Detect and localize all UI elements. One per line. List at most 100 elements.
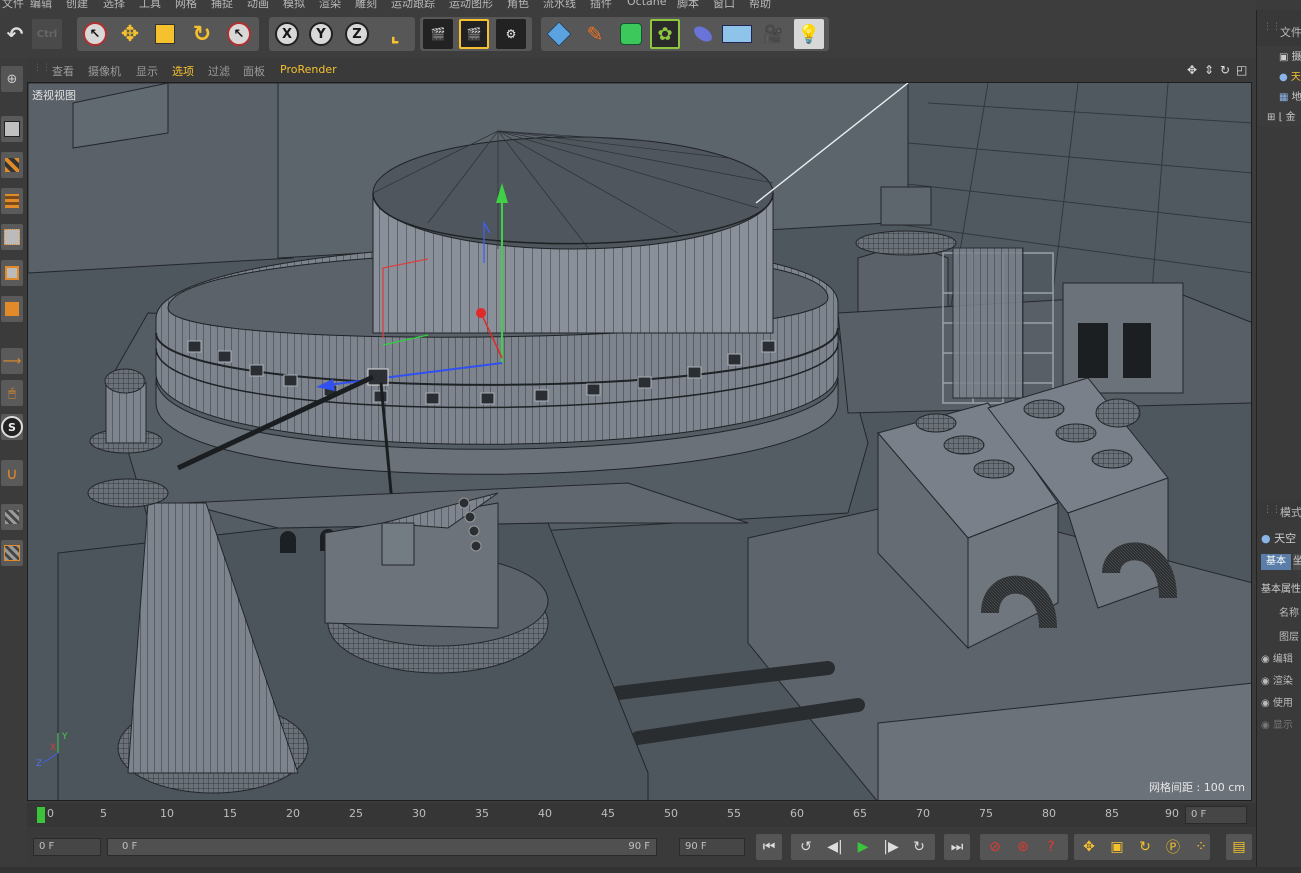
viewport-menu-prorender[interactable]: ProRender [280, 63, 337, 76]
cube-icon[interactable] [544, 19, 574, 49]
attr-tab-basic[interactable]: 基本 [1261, 554, 1291, 570]
floor-icon[interactable] [722, 19, 752, 49]
next-key-icon[interactable]: ↻ [906, 834, 932, 860]
cloner-icon[interactable]: ✿ [650, 19, 680, 49]
attr-editor-visible[interactable]: ◉ 编辑 [1261, 650, 1293, 665]
rotate-icon[interactable]: ↻ [187, 19, 217, 49]
axis-y-button[interactable]: Y [306, 19, 336, 49]
scale-icon[interactable] [150, 19, 180, 49]
axis-mode-icon[interactable]: ⟶ [1, 348, 23, 374]
viewport-rotate-icon[interactable]: ↻ [1220, 63, 1230, 77]
viewport-menu-view[interactable]: 查看 [52, 63, 74, 79]
pen-icon[interactable]: ✎ [580, 19, 610, 49]
perspective-viewport[interactable]: 透视视图 Y X Z 网格间距 : 100 cm [27, 82, 1252, 801]
menu-snap[interactable]: 捕捉 [211, 0, 233, 10]
autokey-icon[interactable]: ⊛ [1010, 834, 1036, 860]
viewport-menu-cameras[interactable]: 摄像机 [88, 63, 121, 79]
viewport-zoom-icon[interactable]: ⇕ [1204, 63, 1214, 77]
menu-octane[interactable]: Octane [627, 0, 667, 8]
render-view-icon[interactable]: 🎬 [423, 19, 453, 49]
texture-mode-icon[interactable] [1, 152, 23, 178]
object-row-group[interactable]: ⊞ ⌊ 金 [1267, 108, 1296, 123]
attr-display-color[interactable]: ◉ 显示 [1261, 716, 1293, 731]
menu-animate[interactable]: 动画 [247, 0, 269, 10]
playhead[interactable] [37, 807, 45, 823]
snap-icon[interactable]: S [1, 414, 23, 440]
viewport-maximize-icon[interactable]: ◰ [1236, 63, 1247, 77]
previous-frame-icon[interactable]: ◀| [822, 834, 848, 860]
object-row-sky[interactable]: ● 天 [1279, 68, 1301, 83]
render-picture-viewer-icon[interactable]: 🎬 [459, 19, 489, 49]
redo-icon[interactable]: Ctrl [32, 19, 62, 49]
objects-menu-file[interactable]: 文件 [1280, 24, 1301, 40]
menu-script[interactable]: 脚本 [677, 0, 699, 10]
model-mode-icon[interactable] [1, 116, 23, 142]
edges-mode-icon[interactable] [1, 260, 23, 286]
tweak-mode-icon[interactable]: 🖱 [1, 380, 23, 406]
menu-pipeline[interactable]: 流水线 [543, 0, 576, 10]
subdivision-icon[interactable] [616, 19, 646, 49]
lock-workplane-icon[interactable] [1, 504, 23, 530]
menu-window[interactable]: 窗口 [713, 0, 735, 10]
workplane-icon[interactable]: ⊕ [1, 66, 23, 92]
menu-sculpt[interactable]: 雕刻 [355, 0, 377, 10]
menu-help[interactable]: 帮助 [749, 0, 771, 10]
move-icon[interactable]: ✥ [115, 19, 145, 49]
live-selection-button[interactable]: ↖ [80, 19, 110, 49]
attr-tab-coord[interactable]: 坐 [1293, 554, 1301, 570]
menu-render[interactable]: 渲染 [319, 0, 341, 10]
menu-select[interactable]: 选择 [103, 0, 125, 10]
keyframe-selection-icon[interactable]: ? [1038, 834, 1064, 860]
planar-workplane-icon[interactable] [1, 540, 23, 566]
menu-tools[interactable]: 工具 [139, 0, 161, 10]
recent-tool-button[interactable]: ↖ [224, 19, 254, 49]
viewport-menu-display[interactable]: 显示 [136, 63, 158, 79]
max-time-field[interactable]: 90 F [679, 838, 745, 856]
attributes-mode-menu[interactable]: 模式 [1280, 504, 1301, 520]
timeline-window-icon[interactable]: ▤ [1226, 834, 1252, 860]
menu-plugins[interactable]: 插件 [590, 0, 612, 10]
attr-render-visible[interactable]: ◉ 渲染 [1261, 672, 1293, 687]
next-frame-icon[interactable]: |▶ [878, 834, 904, 860]
go-to-end-icon[interactable]: ⏭ [944, 834, 970, 860]
camera-icon[interactable]: 🎥 [758, 19, 788, 49]
object-row-floor[interactable]: ▦ 地 [1279, 88, 1301, 103]
undo-icon[interactable]: ↶ [0, 19, 30, 49]
key-position-icon[interactable]: ✥ [1076, 834, 1102, 860]
min-time-field[interactable]: 0 F [33, 838, 101, 856]
menu-simulate[interactable]: 模拟 [283, 0, 305, 10]
play-icon[interactable]: ▶ [850, 834, 876, 860]
record-icon[interactable]: ⊘ [982, 834, 1008, 860]
previous-key-icon[interactable]: ↺ [793, 834, 819, 860]
viewport-menu-options[interactable]: 选项 [172, 63, 194, 79]
deformer-icon[interactable] [688, 19, 718, 49]
time-range-slider[interactable]: 0 F 90 F [107, 838, 657, 856]
menu-mesh[interactable]: 网格 [175, 0, 197, 10]
viewport-move-icon[interactable]: ✥ [1187, 63, 1197, 77]
menu-create[interactable]: 创建 [66, 0, 88, 10]
key-rotation-icon[interactable]: ↻ [1132, 834, 1158, 860]
object-row-camera[interactable]: ▣ 摄 [1279, 48, 1301, 63]
current-frame-field[interactable]: 0 F [1185, 806, 1247, 824]
key-scale-icon[interactable]: ▣ [1104, 834, 1130, 860]
render-settings-icon[interactable]: ⚙ [496, 19, 526, 49]
timeline-ruler[interactable]: 0 5 10 15 20 25 30 35 40 45 50 55 60 65 … [27, 803, 1256, 827]
magnet-icon[interactable]: ∪ [1, 460, 23, 486]
key-parameter-icon[interactable]: Ⓟ [1160, 834, 1186, 860]
go-to-start-icon[interactable]: ⏮ [756, 834, 782, 860]
menu-mograph[interactable]: 运动图形 [449, 0, 493, 10]
points-mode-icon[interactable] [1, 224, 23, 250]
menu-motion-tracking[interactable]: 运动跟踪 [391, 0, 435, 10]
menu-character[interactable]: 角色 [507, 0, 529, 10]
viewport-menu-filter[interactable]: 过滤 [208, 63, 230, 79]
axis-z-button[interactable]: Z [342, 19, 372, 49]
workplane-mode-icon[interactable] [1, 188, 23, 214]
attr-use-color[interactable]: ◉ 使用 [1261, 694, 1293, 709]
coordinate-system-icon[interactable]: ⌞ [380, 19, 410, 49]
axis-x-button[interactable]: X [272, 19, 302, 49]
menu-file[interactable]: 文件 [2, 0, 24, 10]
viewport-menu-panel[interactable]: 面板 [243, 63, 265, 79]
menu-edit[interactable]: 编辑 [30, 0, 52, 10]
polygons-mode-icon[interactable] [1, 296, 23, 322]
light-icon[interactable]: 💡 [794, 19, 824, 49]
